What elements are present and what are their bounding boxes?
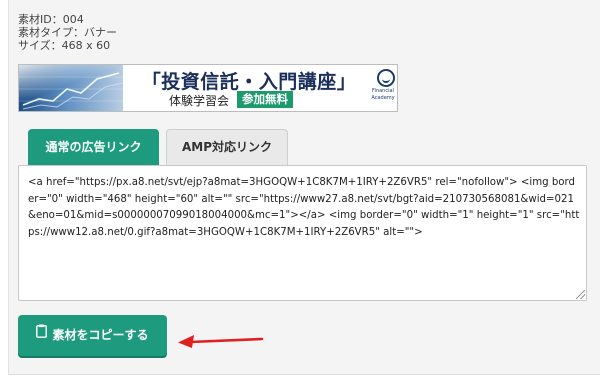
- link-code-text: <a href="https://px.a8.net/svt/ejp?a8mat…: [28, 177, 580, 238]
- resize-grip-icon[interactable]: [576, 290, 585, 299]
- logo-text-2: Academy: [371, 95, 395, 101]
- material-id: 素材ID：004: [18, 13, 84, 26]
- banner-photo: [19, 65, 123, 111]
- copy-button-label: 素材をコピーする: [52, 328, 149, 342]
- clipboard-icon: [36, 314, 48, 355]
- banner-title: 「投資信託・入門講座」: [141, 71, 357, 93]
- banner-preview: 「投資信託・入門講座」 体験学習会 参加無料 Financial Academy: [18, 64, 398, 112]
- logo-text-1: Financial: [372, 88, 394, 94]
- tab-amp-link[interactable]: AMP対応リンク: [166, 129, 288, 165]
- banner-badge: 参加無料: [237, 91, 293, 108]
- academy-logo: Financial Academy: [371, 69, 397, 101]
- link-code-textarea[interactable]: <a href="https://px.a8.net/svt/ejp?a8mat…: [18, 165, 587, 301]
- red-arrow-icon: [178, 335, 264, 348]
- banner-subtitle: 体験学習会: [169, 94, 230, 108]
- material-type: 素材タイプ：バナー: [18, 26, 117, 39]
- academy-logo-icon: [377, 69, 395, 87]
- chart-graphic-icon: [19, 72, 123, 110]
- material-info: 素材ID：004 素材タイプ：バナー サイズ：468 x 60: [18, 13, 117, 52]
- tab-standard-link[interactable]: 通常の広告リンク: [28, 129, 159, 165]
- material-size: サイズ：468 x 60: [18, 39, 111, 52]
- copy-material-button[interactable]: 素材をコピーする: [18, 315, 167, 356]
